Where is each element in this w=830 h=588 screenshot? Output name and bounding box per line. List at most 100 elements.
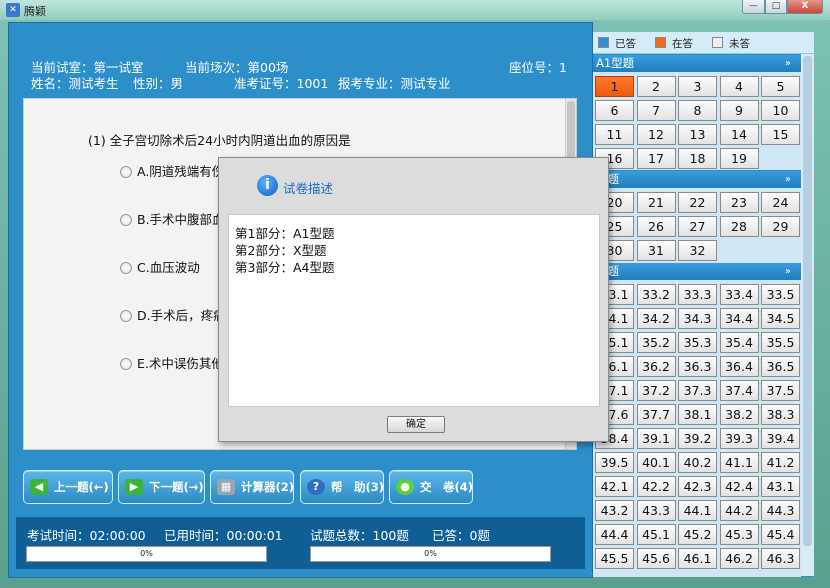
question-number-button[interactable]: 10	[761, 100, 800, 121]
maximize-button[interactable]: □	[765, 0, 787, 14]
question-number-button[interactable]: 33.4	[719, 284, 759, 305]
question-number-button[interactable]: 35.4	[719, 332, 759, 353]
ok-button[interactable]: 确定	[387, 416, 445, 433]
navigator-scrollbar[interactable]	[801, 54, 814, 576]
option-d[interactable]: D.手术后，疼痛	[120, 305, 226, 324]
question-number-button[interactable]: 46.1	[678, 548, 717, 569]
question-number-button[interactable]: 34.2	[636, 308, 676, 329]
question-number-button[interactable]: 34.3	[678, 308, 717, 329]
question-number-button[interactable]: 41.2	[761, 452, 800, 473]
question-number-button[interactable]: 36.5	[761, 356, 800, 377]
question-number-button[interactable]: 42.1	[595, 476, 634, 497]
question-number-button[interactable]: 2	[636, 76, 676, 97]
question-number-button[interactable]: 45.1	[636, 524, 676, 545]
question-number-button[interactable]: 38.3	[761, 404, 800, 425]
question-number-button[interactable]: 15	[761, 124, 800, 145]
question-number-button[interactable]: 23	[719, 192, 759, 213]
question-number-button[interactable]: 38.2	[719, 404, 759, 425]
question-number-button[interactable]: 42.4	[719, 476, 759, 497]
question-number-button[interactable]: 43.2	[595, 500, 634, 521]
question-number-button[interactable]: 39.5	[595, 452, 634, 473]
question-number-button[interactable]: 1	[595, 76, 634, 97]
question-number-button[interactable]: 14	[719, 124, 759, 145]
question-number-button[interactable]: 41.1	[719, 452, 759, 473]
minimize-button[interactable]: —	[742, 0, 765, 14]
question-number-button[interactable]: 26	[636, 216, 676, 237]
section-header-a1[interactable]: A1型题»	[593, 55, 801, 72]
scrollbar-thumb[interactable]	[803, 56, 812, 546]
question-number-button[interactable]: 46.3	[761, 548, 800, 569]
question-number-button[interactable]: 22	[678, 192, 717, 213]
question-number-button[interactable]: 13	[678, 124, 717, 145]
question-number-button[interactable]: 35.3	[678, 332, 717, 353]
question-number-button[interactable]: 9	[719, 100, 759, 121]
radio-icon[interactable]	[120, 310, 132, 322]
question-number-button[interactable]: 11	[595, 124, 634, 145]
question-number-button[interactable]: 3	[678, 76, 717, 97]
question-number-button[interactable]: 40.1	[636, 452, 676, 473]
radio-icon[interactable]	[120, 262, 132, 274]
question-number-button[interactable]: 12	[636, 124, 676, 145]
prev-question-button[interactable]: ◀ 上一题(←)	[23, 470, 113, 504]
question-number-button[interactable]: 42.3	[678, 476, 717, 497]
question-number-button[interactable]: 19	[719, 148, 759, 169]
question-number-button[interactable]: 38.1	[678, 404, 717, 425]
next-question-button[interactable]: ▶ 下一题(→)	[118, 470, 205, 504]
submit-exam-button[interactable]: ● 交 卷(4)	[389, 470, 473, 504]
question-number-button[interactable]: 43.1	[761, 476, 800, 497]
question-number-button[interactable]: 35.5	[761, 332, 800, 353]
question-number-button[interactable]: 44.2	[719, 500, 759, 521]
question-number-button[interactable]: 36.4	[719, 356, 759, 377]
section-header-a4[interactable]: 型题»	[593, 263, 801, 280]
radio-icon[interactable]	[120, 214, 132, 226]
question-number-button[interactable]: 42.2	[636, 476, 676, 497]
question-number-button[interactable]: 44.3	[761, 500, 800, 521]
help-button[interactable]: ? 帮 助(3)	[300, 470, 384, 504]
question-number-button[interactable]: 39.1	[636, 428, 676, 449]
question-number-button[interactable]: 6	[595, 100, 634, 121]
question-number-button[interactable]: 37.7	[636, 404, 676, 425]
question-number-button[interactable]: 35.2	[636, 332, 676, 353]
question-number-button[interactable]: 33.2	[636, 284, 676, 305]
question-number-button[interactable]: 45.2	[678, 524, 717, 545]
option-a[interactable]: A.阴道残端有伤	[120, 161, 224, 180]
option-b[interactable]: B.手术中腹部血	[120, 209, 225, 228]
radio-icon[interactable]	[120, 166, 132, 178]
question-number-button[interactable]: 33.5	[761, 284, 800, 305]
question-number-button[interactable]: 34.4	[719, 308, 759, 329]
question-number-button[interactable]: 45.4	[761, 524, 800, 545]
question-number-button[interactable]: 37.2	[636, 380, 676, 401]
question-number-button[interactable]: 18	[678, 148, 717, 169]
radio-icon[interactable]	[120, 358, 132, 370]
close-button[interactable]: X	[787, 0, 823, 14]
question-number-button[interactable]: 45.5	[595, 548, 634, 569]
question-number-button[interactable]: 8	[678, 100, 717, 121]
question-number-button[interactable]: 37.4	[719, 380, 759, 401]
question-number-button[interactable]: 34.5	[761, 308, 800, 329]
question-number-button[interactable]: 39.3	[719, 428, 759, 449]
question-number-button[interactable]: 32	[678, 240, 717, 261]
question-number-button[interactable]: 27	[678, 216, 717, 237]
question-number-button[interactable]: 46.2	[719, 548, 759, 569]
question-number-button[interactable]: 28	[719, 216, 759, 237]
question-number-button[interactable]: 4	[719, 76, 759, 97]
question-number-button[interactable]: 44.1	[678, 500, 717, 521]
question-number-button[interactable]: 7	[636, 100, 676, 121]
question-number-button[interactable]: 44.4	[595, 524, 634, 545]
question-number-button[interactable]: 36.2	[636, 356, 676, 377]
question-number-button[interactable]: 37.3	[678, 380, 717, 401]
question-number-button[interactable]: 39.4	[761, 428, 800, 449]
option-c[interactable]: C.血压波动	[120, 257, 200, 276]
question-number-button[interactable]: 37.5	[761, 380, 800, 401]
question-number-button[interactable]: 45.6	[636, 548, 676, 569]
option-e[interactable]: E.术中误伤其他	[120, 353, 224, 372]
question-number-button[interactable]: 31	[636, 240, 676, 261]
question-number-button[interactable]: 24	[761, 192, 800, 213]
question-number-button[interactable]: 40.2	[678, 452, 717, 473]
section-header-x[interactable]: 型题»	[593, 171, 801, 188]
question-number-button[interactable]: 29	[761, 216, 800, 237]
question-number-button[interactable]: 21	[636, 192, 676, 213]
question-number-button[interactable]: 33.3	[678, 284, 717, 305]
question-number-button[interactable]: 43.3	[636, 500, 676, 521]
question-number-button[interactable]: 39.2	[678, 428, 717, 449]
